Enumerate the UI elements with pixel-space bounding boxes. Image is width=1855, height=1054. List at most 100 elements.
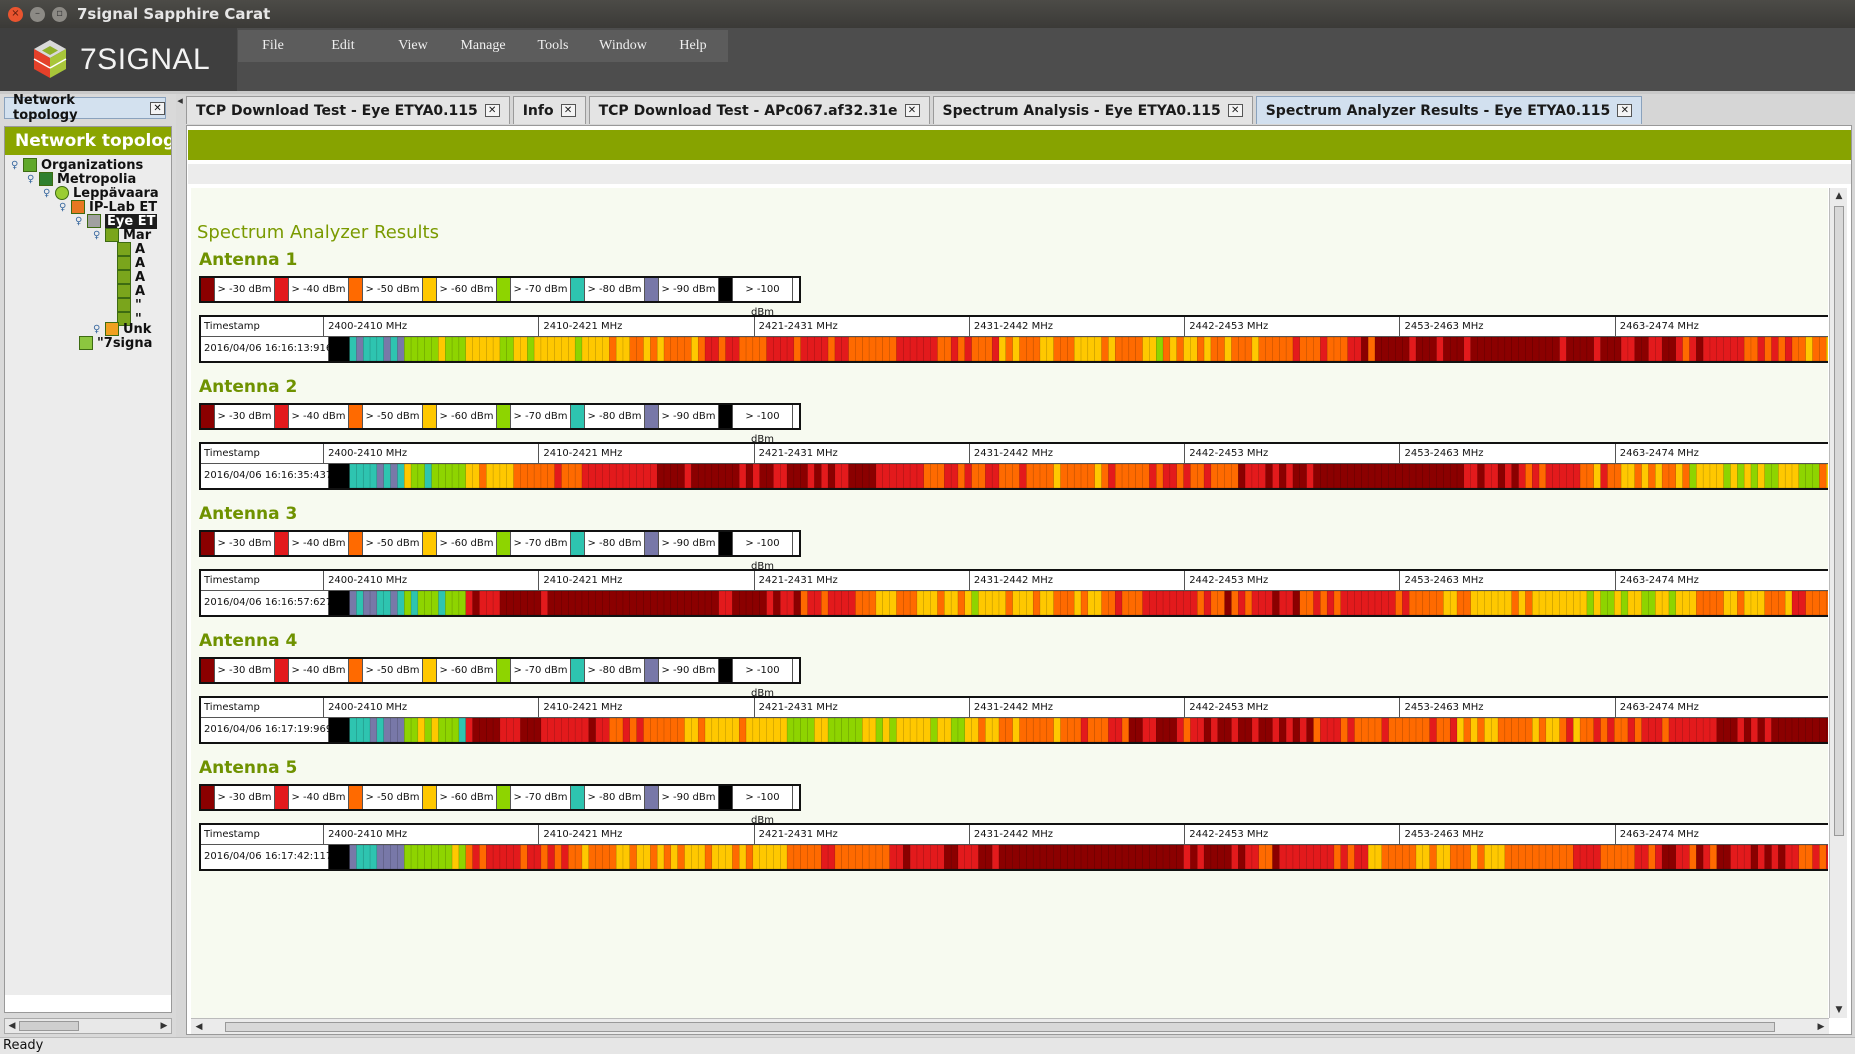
- scroll-thumb[interactable]: [19, 1021, 79, 1031]
- menu-window[interactable]: Window: [588, 30, 658, 62]
- spectrum-cell: [1080, 337, 1089, 361]
- spectrum-cell: [1436, 591, 1444, 615]
- horizontal-scrollbar[interactable]: ◀ ▶: [191, 1018, 1829, 1034]
- spectrum-cell: [732, 718, 740, 742]
- spectrum-cell: [882, 337, 891, 361]
- spectrum-cell: [1046, 337, 1055, 361]
- tree-expander-icon[interactable]: ♀: [27, 174, 37, 185]
- spectrum-cell: [574, 337, 583, 361]
- spectrum-cell: [1142, 845, 1150, 869]
- antenna-section: Antenna 3 > -30 dBm > -40 dBm > -50 dBm > -6…: [199, 504, 1828, 617]
- horizontal-scroll-thumb[interactable]: [225, 1022, 1775, 1032]
- menu-edit[interactable]: Edit: [308, 30, 378, 62]
- scroll-right-icon[interactable]: ▶: [157, 1019, 171, 1033]
- vertical-scroll-thumb[interactable]: [1834, 206, 1844, 836]
- spectrum-cell: [691, 591, 699, 615]
- spectrum-cell: [1757, 845, 1766, 869]
- signal-legend: > -30 dBm > -40 dBm > -50 dBm > -60 dBm > -7…: [199, 403, 801, 445]
- menu-manage[interactable]: Manage: [448, 30, 518, 62]
- spectrum-cell: [1169, 591, 1178, 615]
- tab-network-topology[interactable]: Network topology ✕: [4, 93, 166, 123]
- spectrum-cell: [479, 591, 487, 615]
- spectrum-cell: [1060, 337, 1068, 361]
- close-icon[interactable]: ✕: [904, 104, 920, 117]
- spectrum-cell: [971, 845, 979, 869]
- tree-expander-icon[interactable]: ♀: [75, 216, 85, 227]
- spectrum-results-view: Spectrum Analyzer Results Antenna 1 > -30…: [191, 188, 1828, 1018]
- menu-tools[interactable]: Tools: [518, 30, 588, 62]
- close-icon[interactable]: ✕: [1227, 104, 1243, 117]
- left-horizontal-scrollbar[interactable]: ◀ ▶: [4, 1018, 172, 1034]
- spectrum-cell: [335, 845, 344, 869]
- close-icon[interactable]: ✕: [150, 101, 165, 115]
- legend-entry: > -50 dBm: [349, 278, 423, 301]
- spectrum-cell: [1538, 464, 1547, 488]
- spectrum-cell: [1593, 718, 1602, 742]
- spectrum-cell: [957, 337, 966, 361]
- spectrum-cell: [1162, 591, 1171, 615]
- spectrum-cell: [1764, 464, 1772, 488]
- spectrum-cell: [964, 845, 973, 869]
- tab-4[interactable]: Spectrum Analyzer Results - Eye ETYA0.11…: [1255, 96, 1643, 124]
- spectrum-cell: [1689, 337, 1697, 361]
- spectrum-cell: [1443, 845, 1451, 869]
- spectrum-cell: [1251, 718, 1260, 742]
- tree-node[interactable]: "7signa: [79, 335, 152, 351]
- scroll-left-icon[interactable]: ◀: [5, 1019, 19, 1033]
- band-header: 2410-2421 MHz: [539, 571, 755, 590]
- spectrum-cell: [1210, 337, 1219, 361]
- spectrum-cell: [1484, 464, 1492, 488]
- spectrum-cell: [486, 464, 494, 488]
- menu-help[interactable]: Help: [658, 30, 728, 62]
- tab-3[interactable]: Spectrum Analysis - Eye ETYA0.115 ✕: [932, 96, 1253, 124]
- spectrum-cell: [465, 718, 474, 742]
- spectrum-cell: [1607, 337, 1615, 361]
- spectrum-cell: [581, 718, 590, 742]
- tree-expander-icon[interactable]: ♀: [59, 202, 69, 213]
- menu-file[interactable]: File: [238, 30, 308, 62]
- spectrum-cell: [691, 845, 699, 869]
- tab-2[interactable]: TCP Download Test - APc067.af32.31e ✕: [588, 96, 930, 124]
- spectrum-cell: [1497, 718, 1506, 742]
- spectrum-cell: [670, 845, 679, 869]
- spectrum-cell: [991, 718, 1000, 742]
- spectrum-cell: [1518, 337, 1526, 361]
- tree-expander-icon[interactable]: ♀: [93, 324, 103, 335]
- spectrum-cell: [1661, 591, 1670, 615]
- spectrum-cell: [1156, 464, 1164, 488]
- spectrum-cell: [1614, 337, 1622, 361]
- vertical-scrollbar[interactable]: ▲ ▼: [1829, 188, 1847, 1018]
- spectrum-cell: [622, 464, 631, 488]
- scroll-up-icon[interactable]: ▲: [1830, 188, 1848, 204]
- spectrum-cell: [403, 337, 412, 361]
- maximize-window-icon[interactable]: ▫: [52, 6, 67, 22]
- menu-view[interactable]: View: [378, 30, 448, 62]
- signal-legend: > -30 dBm > -40 dBm > -50 dBm > -60 dBm > -7…: [199, 276, 801, 318]
- spectrum-cell: [691, 464, 699, 488]
- spectrum-cell: [636, 337, 644, 361]
- spectrum-cell: [937, 591, 945, 615]
- scroll-right-icon[interactable]: ▶: [1813, 1019, 1829, 1034]
- spectrum-cell: [1354, 337, 1362, 361]
- spectrum-cell: [1251, 337, 1260, 361]
- close-icon[interactable]: ✕: [560, 104, 576, 117]
- minimize-window-icon[interactable]: –: [30, 6, 45, 22]
- spectrum-cell: [410, 591, 419, 615]
- tree-expander-icon[interactable]: ♀: [11, 160, 21, 171]
- scroll-down-icon[interactable]: ▼: [1830, 1002, 1848, 1018]
- tree-expander-icon[interactable]: ♀: [43, 188, 53, 199]
- spectrum-cell: [1784, 591, 1793, 615]
- scroll-left-icon[interactable]: ◀: [191, 1019, 207, 1034]
- tab-1[interactable]: Info ✕: [512, 96, 586, 124]
- tree-expander-icon[interactable]: ♀: [93, 230, 103, 241]
- spectrum-cell: [1142, 337, 1150, 361]
- tab-0[interactable]: TCP Download Test - Eye ETYA0.115 ✕: [186, 96, 510, 124]
- collapse-panel-icon[interactable]: ◂: [176, 94, 184, 112]
- spectrum-cell: [875, 337, 884, 361]
- close-icon[interactable]: ✕: [1617, 104, 1633, 117]
- legend-swatch: [719, 786, 733, 809]
- close-icon[interactable]: ✕: [484, 104, 500, 117]
- spectrum-cell: [1094, 464, 1103, 488]
- close-window-icon[interactable]: ×: [8, 6, 23, 22]
- spectrum-cell: [1750, 337, 1759, 361]
